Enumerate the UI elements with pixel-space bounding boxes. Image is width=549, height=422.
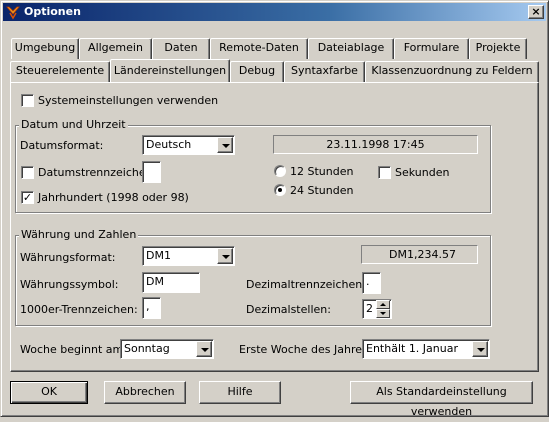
hours12-label: 12 Stunden <box>290 165 354 178</box>
spin-down-button[interactable] <box>376 309 390 318</box>
close-icon: × <box>531 5 541 18</box>
dropdown-arrow-button[interactable] <box>217 137 233 153</box>
century-label: Jahrhundert (1998 oder 98) <box>38 191 189 204</box>
tab-daten[interactable]: Daten <box>152 38 210 59</box>
date-format-label: Datumsformat: <box>20 139 104 152</box>
arrow-up-icon <box>380 303 386 306</box>
first-week-select[interactable]: Enthält 1. Januar <box>362 339 490 359</box>
chevron-down-icon <box>201 348 209 352</box>
tab-laendereinstellungen[interactable]: Ländereinstellungen <box>110 59 230 82</box>
tab-umgebung[interactable]: Umgebung <box>11 38 79 59</box>
hours24-label: 24 Stunden <box>290 184 354 197</box>
chevron-down-icon <box>222 144 230 148</box>
tab-remote-daten[interactable]: Remote-Daten <box>210 38 308 59</box>
checkmark-icon: ✓ <box>22 191 33 204</box>
app-icon <box>5 4 21 20</box>
decimal-places-spinner[interactable] <box>376 300 390 318</box>
chevron-down-icon <box>222 255 230 259</box>
window-title: Optionen <box>24 5 81 18</box>
week-start-label: Woche beginnt am: <box>20 343 127 356</box>
system-settings-checkbox[interactable] <box>21 94 34 107</box>
chevron-down-icon <box>477 348 485 352</box>
tab-allgemein[interactable]: Allgemein <box>79 38 152 59</box>
week-start-select[interactable]: Sonntag <box>120 339 214 359</box>
spin-up-button[interactable] <box>376 300 390 309</box>
tab-klassenzuordnung[interactable]: Klassenzuordnung zu Feldern <box>365 61 539 82</box>
hours24-radio[interactable] <box>274 184 286 196</box>
century-checkbox[interactable]: ✓ <box>21 191 34 204</box>
currency-format-select[interactable]: DM1 <box>142 246 235 266</box>
currency-preview: DM1,234.57 <box>361 245 478 264</box>
tab-formulare[interactable]: Formulare <box>394 38 469 59</box>
tab-debug[interactable]: Debug <box>230 61 284 82</box>
tab-syntaxfarbe[interactable]: Syntaxfarbe <box>284 61 365 82</box>
tab-dateiablage[interactable]: Dateiablage <box>308 38 394 59</box>
thousand-separator-label: 1000er-Trennzeichen: <box>20 303 138 316</box>
dropdown-arrow-button[interactable] <box>217 248 233 264</box>
decimal-separator-input[interactable]: . <box>362 272 381 294</box>
currency-group-label: Währung und Zahlen <box>19 228 139 241</box>
currency-symbol-label: Währungssymbol: <box>20 278 119 291</box>
hours12-radio[interactable] <box>274 165 286 177</box>
date-separator-label: Datumstrennzeichen: <box>38 166 157 179</box>
system-settings-label: Systemeinstellungen verwenden <box>38 94 219 107</box>
tab-projekte[interactable]: Projekte <box>469 38 527 59</box>
title-bar[interactable] <box>3 3 546 21</box>
date-separator-input[interactable] <box>142 161 161 183</box>
seconds-label: Sekunden <box>395 166 450 179</box>
cancel-button[interactable]: Abbrechen <box>104 381 186 404</box>
datetime-group-label: Datum und Uhrzeit <box>19 118 128 131</box>
currency-symbol-input[interactable]: DM <box>142 272 200 293</box>
date-format-select[interactable]: Deutsch <box>142 135 235 155</box>
decimal-separator-label: Dezimaltrennzeichen: <box>246 278 366 291</box>
date-separator-checkbox[interactable] <box>21 166 34 179</box>
decimal-places-input[interactable]: 2 <box>362 299 392 319</box>
first-week-label: Erste Woche des Jahres: <box>239 343 372 356</box>
arrow-down-icon <box>380 312 386 315</box>
help-button[interactable]: Hilfe <box>199 381 281 404</box>
dropdown-arrow-button[interactable] <box>472 341 488 357</box>
set-default-button[interactable]: Als Standardeinstellung verwenden <box>350 381 533 418</box>
dropdown-arrow-button[interactable] <box>196 341 212 357</box>
thousand-separator-input[interactable]: , <box>142 297 161 319</box>
currency-format-label: Währungsformat: <box>20 251 116 264</box>
decimal-places-label: Dezimalstellen: <box>246 303 331 316</box>
close-button[interactable]: × <box>528 5 544 19</box>
seconds-checkbox[interactable] <box>378 166 391 179</box>
date-preview: 23.11.1998 17:45 <box>273 135 478 154</box>
ok-button[interactable]: OK <box>10 381 88 404</box>
tab-steuerelemente[interactable]: Steuerelemente <box>10 61 110 82</box>
